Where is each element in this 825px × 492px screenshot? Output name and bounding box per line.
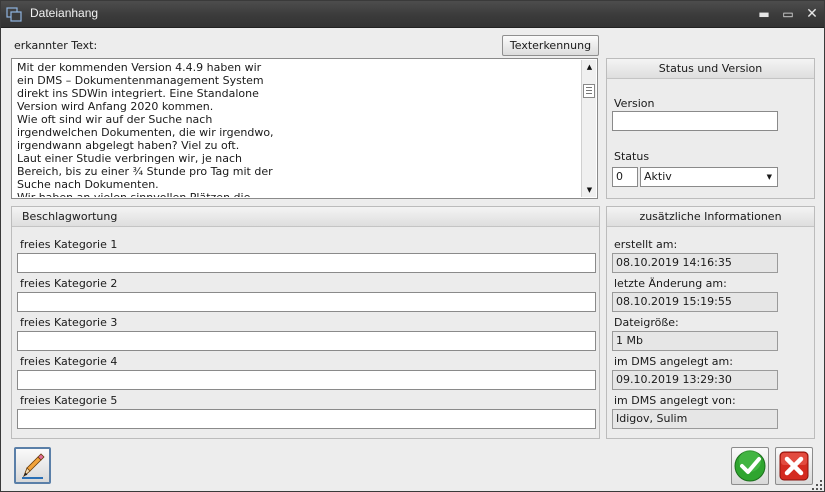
status-version-panel: Status und Version Version Status 0 Akti… (606, 58, 815, 199)
created-value: 08.10.2019 14:16:35 (612, 253, 778, 273)
close-button[interactable]: ✕ (801, 5, 823, 23)
modified-label: letzte Änderung am: (614, 277, 727, 290)
ocr-text-line: Version wird Anfang 2020 kommen. (17, 100, 214, 113)
maximize-button[interactable]: ▭ (777, 5, 799, 23)
ocr-text-line: irgendwann abgelegt haben? Viel zu oft. (17, 139, 240, 152)
ocr-text-line: irgendwelchen Dokumenten, die wir irgend… (17, 126, 274, 139)
category-5-input[interactable] (17, 409, 596, 429)
ocr-text-label: erkannter Text: (14, 39, 98, 52)
ocr-text-line: ein DMS – Dokumentenmanagement System (17, 74, 264, 87)
texterkennung-button[interactable]: Texterkennung (502, 35, 599, 56)
scroll-up-arrow-icon[interactable]: ▲ (582, 61, 597, 73)
window-title: Dateianhang (30, 6, 99, 20)
ocr-text-area[interactable]: Mit der kommenden Version 4.4.9 haben wi… (11, 58, 598, 199)
cancel-button[interactable] (775, 447, 813, 485)
minimize-button[interactable]: ▬ (753, 5, 775, 23)
ocr-text-line: Wir haben an vielen sinnvollen Plätzen d… (17, 191, 577, 197)
ok-button[interactable] (731, 447, 769, 485)
version-input[interactable] (612, 111, 778, 131)
status-label: Status (614, 150, 650, 163)
modified-value: 08.10.2019 15:19:55 (612, 292, 778, 312)
ocr-text-content: Mit der kommenden Version 4.4.9 haben wi… (17, 61, 577, 197)
version-label: Version (614, 97, 655, 110)
ocr-text-line: direkt ins SDWin integriert. Eine Standa… (17, 87, 259, 100)
category-4-label: freies Kategorie 4 (20, 355, 118, 368)
chevron-down-icon[interactable]: ▼ (767, 168, 772, 186)
status-code-field[interactable]: 0 (612, 167, 638, 187)
ocr-text-line: Bereich, bis zu einer ¾ Stunde pro Tag m… (17, 165, 273, 178)
beschlagwortung-panel: Beschlagwortung freies Kategorie 1 freie… (11, 206, 600, 439)
scroll-thumb[interactable] (583, 84, 595, 98)
ocr-text-line: Suche nach Dokumenten. (17, 178, 159, 191)
category-2-input[interactable] (17, 292, 596, 312)
dms-created-by-value: Idigov, Sulim (612, 409, 778, 429)
title-bar[interactable]: Dateianhang ▬ ▭ ✕ (1, 1, 824, 28)
ocr-text-line: Mit der kommenden Version 4.4.9 haben wi… (17, 61, 262, 74)
status-version-title: Status und Version (607, 59, 814, 79)
category-3-input[interactable] (17, 331, 596, 351)
red-x-icon (779, 451, 809, 481)
scroll-down-arrow-icon[interactable]: ▼ (582, 184, 597, 196)
category-5-label: freies Kategorie 5 (20, 394, 118, 407)
ocr-text-scrollbar[interactable]: ▲ ▼ (581, 60, 596, 197)
category-1-label: freies Kategorie 1 (20, 238, 118, 251)
zusaetzliche-informationen-panel: zusätzliche Informationen erstellt am: 0… (606, 206, 815, 439)
beschlagwortung-title: Beschlagwortung (12, 207, 599, 227)
file-size-label: Dateigröße: (614, 316, 679, 329)
dms-created-value: 09.10.2019 13:29:30 (612, 370, 778, 390)
checkmark-icon (734, 450, 766, 482)
status-select[interactable]: Aktiv ▼ (640, 167, 778, 187)
dms-created-by-label: im DMS angelegt von: (614, 394, 736, 407)
edit-button[interactable] (14, 447, 51, 484)
category-3-label: freies Kategorie 3 (20, 316, 118, 329)
file-size-value: 1 Mb (612, 331, 778, 351)
window-icon (6, 7, 22, 22)
resize-grip-icon[interactable] (811, 479, 823, 491)
category-4-input[interactable] (17, 370, 596, 390)
category-2-label: freies Kategorie 2 (20, 277, 118, 290)
ocr-text-line: Wie oft sind wir auf der Suche nach (17, 113, 213, 126)
status-selected-value: Aktiv (644, 170, 672, 183)
created-label: erstellt am: (614, 238, 678, 251)
ocr-text-line: Laut einer Studie verbringen wir, je nac… (17, 152, 242, 165)
dms-created-label: im DMS angelegt am: (614, 355, 733, 368)
dateianhang-window: Dateianhang ▬ ▭ ✕ erkannter Text: Texter… (0, 0, 825, 492)
info-title: zusätzliche Informationen (607, 207, 814, 227)
category-1-input[interactable] (17, 253, 596, 273)
pencil-icon (22, 453, 45, 479)
